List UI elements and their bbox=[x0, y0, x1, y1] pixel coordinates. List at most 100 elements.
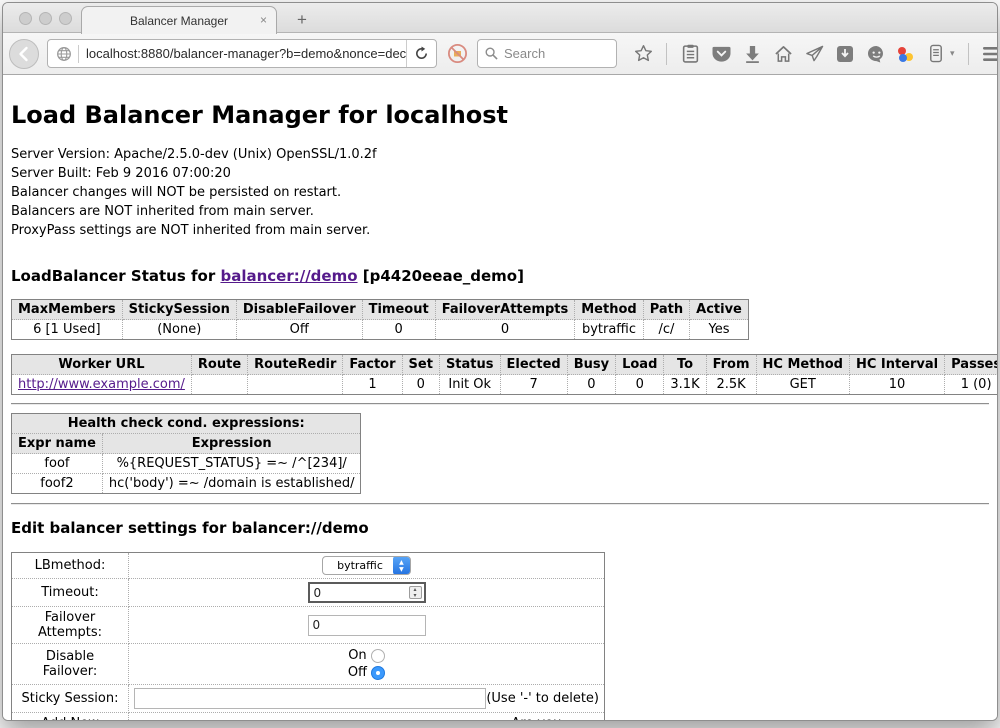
col-set: Set bbox=[402, 355, 439, 375]
back-button[interactable] bbox=[9, 39, 39, 69]
col-load: Load bbox=[616, 355, 664, 375]
search-bar[interactable] bbox=[477, 39, 617, 68]
sticky-session-row: Sticky Session: (Use '-' to delete) bbox=[12, 685, 605, 713]
timeout-row: Timeout: ▴▾ bbox=[12, 579, 605, 607]
are-you-sure-label: Are you sure? bbox=[493, 716, 581, 720]
toolbar-separator-2 bbox=[968, 43, 969, 65]
col-timeout: Timeout bbox=[362, 300, 435, 320]
col-hc-method: HC Method bbox=[756, 355, 849, 375]
pocket-icon[interactable] bbox=[711, 44, 731, 64]
lbmethod-select[interactable]: bytraffic ▲▼ bbox=[322, 556, 411, 575]
reload-button[interactable] bbox=[406, 40, 436, 67]
address-text[interactable]: localhost:8880/balancer-manager?b=demo&n… bbox=[79, 46, 406, 61]
minimize-window-button[interactable] bbox=[39, 12, 52, 25]
title-bar: Balancer Manager × + bbox=[3, 3, 997, 33]
inherit-note-line: Balancers are NOT inherited from main se… bbox=[11, 202, 989, 221]
window-controls[interactable] bbox=[19, 12, 72, 25]
health-table-row: foof %{REQUEST_STATUS} =~ /^[234]/ bbox=[12, 454, 361, 474]
reading-list-icon[interactable] bbox=[680, 44, 700, 64]
container-extension-icon[interactable] bbox=[926, 44, 946, 64]
chat-smiley-icon[interactable] bbox=[866, 44, 886, 64]
status-heading-suffix: [p4420eeae_demo] bbox=[358, 267, 524, 285]
disable-failover-on-radio[interactable] bbox=[371, 649, 385, 663]
failover-attempts-label: Failover Attempts: bbox=[12, 607, 129, 644]
col-hc-interval: HC Interval bbox=[849, 355, 944, 375]
col-to: To bbox=[664, 355, 706, 375]
cell-elected: 7 bbox=[500, 375, 567, 395]
new-tab-button[interactable]: + bbox=[291, 10, 313, 30]
health-table-row: foof2 hc('body') =~ /domain is establish… bbox=[12, 474, 361, 494]
blue-dot bbox=[899, 54, 907, 62]
balancer-demo-link[interactable]: balancer://demo bbox=[220, 267, 357, 285]
cell-expression-foof: %{REQUEST_STATUS} =~ /^[234]/ bbox=[102, 454, 361, 474]
zoom-window-button[interactable] bbox=[59, 12, 72, 25]
tab-title: Balancer Manager bbox=[130, 14, 228, 28]
col-passes: Passes bbox=[945, 355, 997, 375]
persist-note-line: Balancer changes will NOT be persisted o… bbox=[11, 183, 989, 202]
col-expr-name: Expr name bbox=[12, 434, 103, 454]
number-spinner-icon[interactable]: ▴▾ bbox=[409, 586, 422, 599]
tab-close-icon[interactable]: × bbox=[260, 13, 267, 27]
cell-load: 0 bbox=[616, 375, 664, 395]
cell-from: 2.5K bbox=[706, 375, 756, 395]
lbmethod-selected-value: bytraffic bbox=[323, 559, 393, 572]
sticky-session-input[interactable] bbox=[134, 688, 486, 709]
lbmethod-label: LBmethod: bbox=[12, 553, 129, 579]
content-blocked-icon[interactable] bbox=[445, 42, 469, 66]
proxypass-note-line: ProxyPass settings are NOT inherited fro… bbox=[11, 221, 989, 240]
status-heading-prefix: LoadBalancer Status for bbox=[11, 267, 220, 285]
sticky-session-hint: (Use '-' to delete) bbox=[486, 691, 599, 706]
col-active: Active bbox=[690, 300, 749, 320]
add-worker-row: Add New Worker: Are you sure? bbox=[12, 713, 605, 721]
cell-busy: 0 bbox=[567, 375, 615, 395]
failover-attempts-input[interactable] bbox=[308, 615, 426, 636]
downloads-icon[interactable] bbox=[742, 44, 762, 64]
home-icon[interactable] bbox=[773, 44, 793, 64]
radio-off-label: Off bbox=[348, 665, 367, 680]
timeout-input[interactable] bbox=[308, 582, 426, 603]
cell-hc-method: GET bbox=[756, 375, 849, 395]
balancer-table-header-row: MaxMembers StickySession DisableFailover… bbox=[12, 300, 749, 320]
col-route: Route bbox=[191, 355, 247, 375]
section-divider-1 bbox=[11, 403, 989, 405]
bookmark-star-icon[interactable] bbox=[633, 44, 653, 64]
col-failoverattempts: FailoverAttempts bbox=[435, 300, 575, 320]
cell-failoverattempts: 0 bbox=[435, 320, 575, 340]
url-bar[interactable]: localhost:8880/balancer-manager?b=demo&n… bbox=[47, 39, 437, 68]
col-expression: Expression bbox=[102, 434, 361, 454]
cell-passes: 1 (0) bbox=[945, 375, 997, 395]
server-info: Server Version: Apache/2.5.0-dev (Unix) … bbox=[11, 145, 989, 240]
cell-timeout: 0 bbox=[362, 320, 435, 340]
close-window-button[interactable] bbox=[19, 12, 32, 25]
disable-failover-off-radio[interactable] bbox=[371, 666, 385, 680]
health-check-table: Health check cond. expressions: Expr nam… bbox=[11, 413, 361, 494]
send-page-icon[interactable] bbox=[804, 44, 824, 64]
cell-status: Init Ok bbox=[439, 375, 500, 395]
disable-failover-label: Disable Failover: bbox=[12, 644, 129, 685]
menu-hamburger-icon[interactable] bbox=[982, 44, 998, 64]
col-disablefailover: DisableFailover bbox=[236, 300, 362, 320]
lbmethod-row: LBmethod: bytraffic ▲▼ bbox=[12, 553, 605, 579]
health-table-header-row: Expr name Expression bbox=[12, 434, 361, 454]
col-elected: Elected bbox=[500, 355, 567, 375]
browser-window: Balancer Manager × + localhost:8880/bala… bbox=[2, 2, 998, 721]
browser-tab[interactable]: Balancer Manager × bbox=[81, 6, 277, 34]
chevron-down-icon[interactable]: ▾ bbox=[950, 48, 955, 59]
worker-table-row: http://www.example.com/ 1 0 Init Ok 7 0 … bbox=[12, 375, 998, 395]
search-input[interactable] bbox=[504, 46, 599, 61]
worker-url-link[interactable]: http://www.example.com/ bbox=[18, 377, 185, 392]
cell-maxmembers: 6 [1 Used] bbox=[12, 320, 123, 340]
save-to-device-icon[interactable] bbox=[835, 44, 855, 64]
cell-factor: 1 bbox=[343, 375, 402, 395]
edit-balancer-form: LBmethod: bytraffic ▲▼ Timeout: ▴▾ bbox=[11, 552, 605, 720]
col-status: Status bbox=[439, 355, 500, 375]
sticky-session-label: Sticky Session: bbox=[12, 685, 129, 713]
cell-disablefailover: Off bbox=[236, 320, 362, 340]
worker-table-header-row: Worker URL Route RouteRedir Factor Set S… bbox=[12, 355, 998, 375]
radio-on-label: On bbox=[348, 648, 366, 663]
health-table-caption: Health check cond. expressions: bbox=[12, 414, 361, 434]
balancer-status-heading: LoadBalancer Status for balancer://demo … bbox=[11, 267, 989, 285]
search-icon bbox=[485, 47, 498, 60]
color-dots-extension-icon[interactable] bbox=[897, 45, 915, 63]
cell-stickysession: (None) bbox=[122, 320, 236, 340]
